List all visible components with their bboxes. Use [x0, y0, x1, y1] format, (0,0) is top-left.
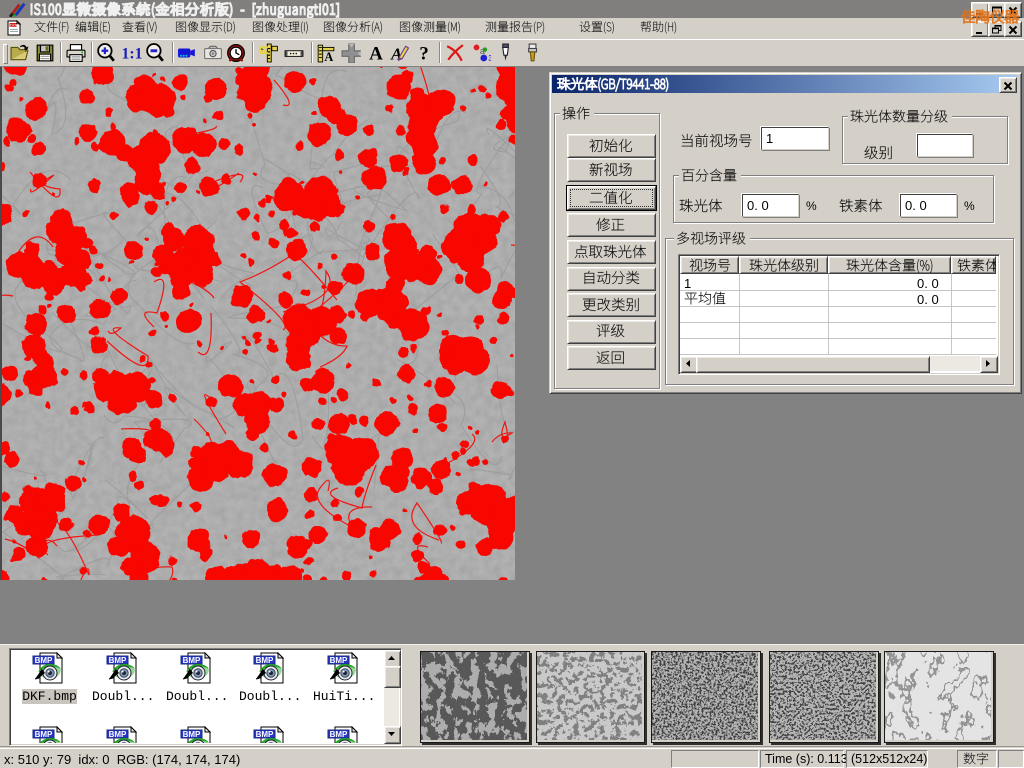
- svg-text:?: ?: [419, 44, 429, 63]
- svg-text:3: 3: [488, 54, 491, 63]
- svg-text:A: A: [324, 50, 333, 63]
- svg-text:1:1: 1:1: [122, 46, 142, 63]
- svg-text:A: A: [369, 44, 383, 63]
- svg-text:DOC: DOC: [10, 23, 19, 28]
